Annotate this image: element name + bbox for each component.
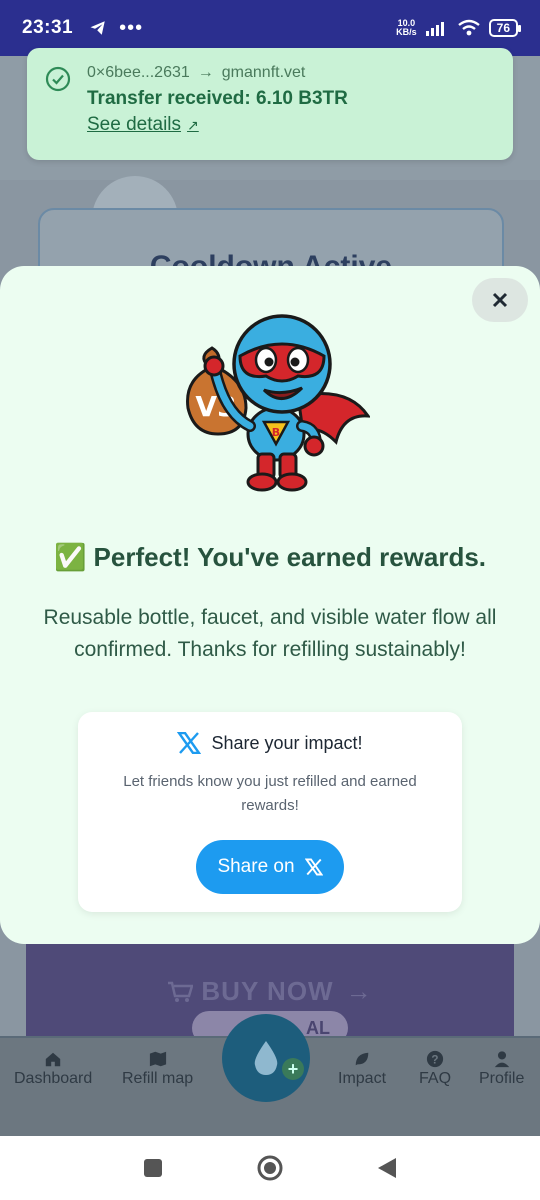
nav-dashboard[interactable]: Dashboard xyxy=(14,1050,92,1088)
map-icon xyxy=(149,1051,166,1067)
external-link-icon: ↗ xyxy=(187,116,199,133)
home-button[interactable] xyxy=(256,1154,284,1182)
recipient-address: gmannft.vet xyxy=(221,64,306,81)
water-drop-icon xyxy=(254,1041,278,1075)
back-button[interactable] xyxy=(376,1156,398,1180)
wifi-icon xyxy=(457,19,480,36)
close-icon xyxy=(492,292,508,308)
share-card: Share your impact! Let friends know you … xyxy=(78,712,462,912)
share-title: Share your impact! xyxy=(211,732,363,753)
buy-now-label: BUY NOW → xyxy=(0,976,540,1007)
cart-icon xyxy=(168,981,195,1002)
reward-headline: ✅ Perfect! You've earned rewards. xyxy=(53,542,487,572)
close-button[interactable] xyxy=(472,278,528,322)
clock: 23:31 xyxy=(22,17,74,38)
share-header: Share your impact! xyxy=(78,732,462,754)
superhero-mascot: V3 B xyxy=(186,314,370,492)
svg-text:?: ? xyxy=(431,1054,438,1067)
battery-icon: 76 xyxy=(488,19,522,37)
nav-faq[interactable]: ? FAQ xyxy=(419,1050,451,1088)
system-nav-bar xyxy=(0,1136,540,1200)
check-circle-icon xyxy=(45,66,71,92)
x-logo-icon xyxy=(177,732,202,754)
nav-refill-map[interactable]: Refill map xyxy=(122,1050,193,1088)
signal-icon xyxy=(425,22,444,36)
fab-plus-icon: + xyxy=(282,1058,304,1080)
share-on-x-button[interactable]: Share on xyxy=(196,840,344,894)
leaf-icon xyxy=(355,1052,369,1066)
reward-description: Reusable bottle, faucet, and visible wat… xyxy=(43,606,497,661)
nav-profile[interactable]: Profile xyxy=(479,1050,524,1088)
reward-modal: V3 B ✅ Perfect! You've earned rewards. R… xyxy=(0,266,540,944)
svg-text:B: B xyxy=(272,426,280,439)
user-icon xyxy=(494,1051,509,1068)
recents-button[interactable] xyxy=(142,1157,164,1179)
sender-address: 0×6bee...2631 xyxy=(87,64,190,81)
question-icon: ? xyxy=(426,1050,444,1068)
transfer-route: 0×6bee...2631 → gmannft.vet xyxy=(87,64,495,82)
share-subtitle: Let friends know you just refilled and e… xyxy=(123,773,417,814)
x-logo-icon xyxy=(304,858,323,876)
transfer-toast[interactable]: 0×6bee...2631 → gmannft.vet Transfer rec… xyxy=(27,48,513,160)
nav-impact[interactable]: Impact xyxy=(338,1050,386,1088)
arrow-right-icon: → xyxy=(345,976,373,1006)
telegram-icon xyxy=(90,21,105,35)
arrow-right-icon: → xyxy=(197,64,214,81)
home-icon xyxy=(45,1052,61,1067)
network-speed: 10.0 KB/s xyxy=(396,18,417,37)
toast-title: Transfer received: 6.10 B3TR xyxy=(87,88,348,109)
see-details-link[interactable]: See details ↗ xyxy=(87,114,199,136)
more-notifications-icon: ••• xyxy=(119,17,144,39)
